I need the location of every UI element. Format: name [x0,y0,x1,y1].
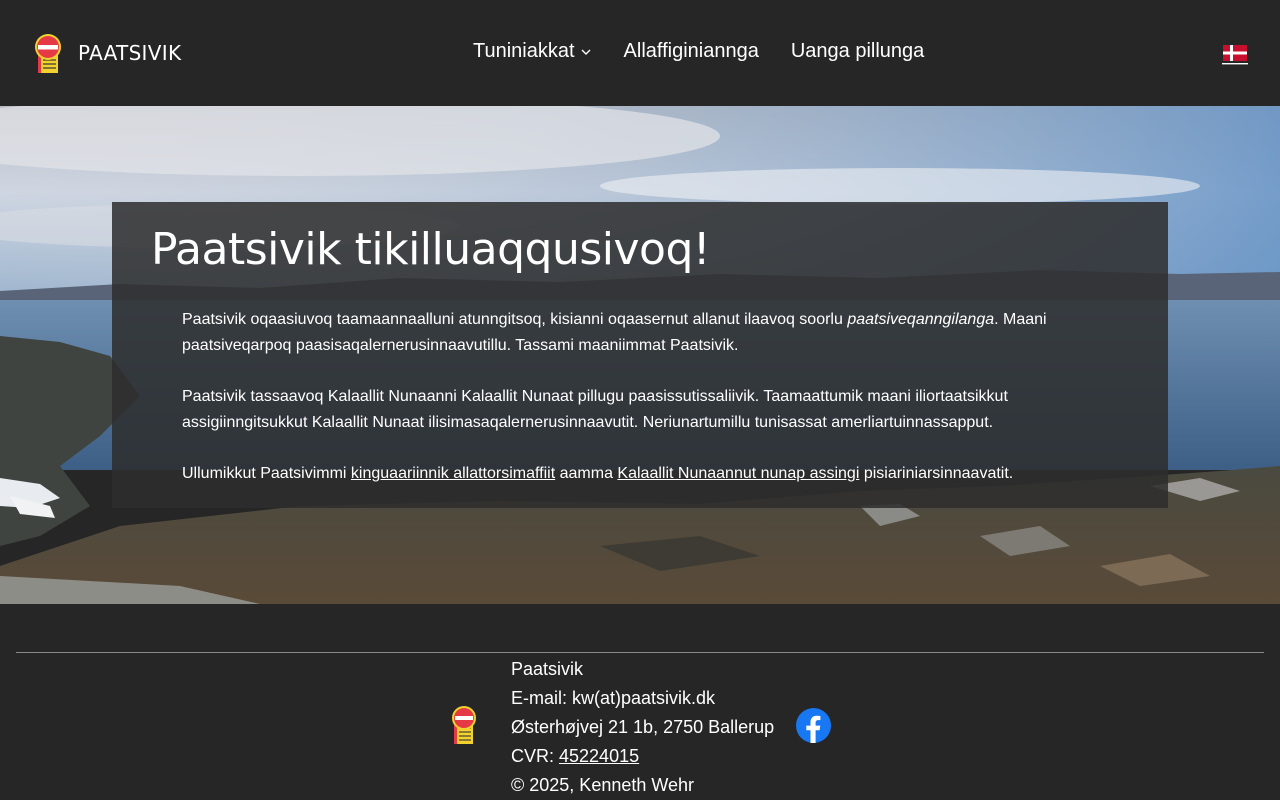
intro-text: Paatsivik oqaasiuvoq taamaannaalluni atu… [182,311,848,328]
footer-cvr: CVR: 45224015 [511,742,774,771]
offer-text-end: pisiariniarsinnaavatit. [859,465,1014,482]
footer-email: E-mail: kw(at)paatsivik.dk [511,688,716,708]
footer-divider [16,652,1264,653]
offer-text-middle: aamma [555,465,618,482]
nav-item-tuniniakkat[interactable]: Tuniniakkat [473,40,592,63]
nav-item-label: Tuniniakkat [473,40,575,62]
nav-item-allaffiginiannga[interactable]: Allaffiginiannga [624,40,759,63]
genealogy-link[interactable]: kinguaariinnik allattorsimaffiit [351,465,555,482]
welcome-card: Paatsivik tikilluaqqusivoq! Paatsivik oq… [112,202,1168,508]
main-nav: Tuniniakkat Allaffiginiannga Uanga pillu… [473,40,956,63]
offer-paragraph: Ullumikkut Paatsivimmi kinguaariinnik al… [182,461,1082,487]
intro-italic-word: paatsiveqanngilanga [847,311,995,328]
nav-item-label: Uanga pillunga [790,40,925,62]
cvr-number-link[interactable]: 45224015 [559,746,639,766]
site-header: PAATSIVIK Tuniniakkat Allaffiginiannga U… [0,0,1280,106]
about-paragraph: Paatsivik tassaavoq Kalaallit Nunaanni K… [182,388,1008,431]
cvr-label: CVR: [511,746,560,766]
chevron-down-icon [581,49,591,55]
nav-item-uanga-pillunga[interactable]: Uanga pillunga [791,40,924,63]
footer-contact-info: Paatsivik E-mail: kw(at)paatsivik.dk Øst… [511,655,774,800]
nav-item-label: Allaffiginiannga [623,40,759,62]
danish-flag-icon [1222,45,1248,65]
footer-paatsivik-logo-icon [452,706,476,744]
footer-copyright: © 2025, Kenneth Wehr [511,775,695,795]
brand-name: PAATSIVIK [78,41,182,65]
paatsivik-logo-icon [35,34,61,73]
maps-link[interactable]: Kalaallit Nunaannut nunap assingi [617,465,859,482]
footer-address: Østerhøjvej 21 1b, 2750 Ballerup [511,717,775,737]
footer-company-name: Paatsivik [511,659,584,679]
welcome-text: Paatsivik oqaasiuvoq taamaannaalluni atu… [182,307,1082,512]
page-title: Paatsivik tikilluaqqusivoq! [151,224,711,275]
intro-paragraph: Paatsivik oqaasiuvoq taamaannaalluni atu… [182,307,1082,359]
brand-home-link[interactable]: PAATSIVIK [32,31,181,75]
hero-section: Paatsivik tikilluaqqusivoq! Paatsivik oq… [0,106,1280,604]
facebook-icon [796,708,831,743]
offer-text-start: Ullumikkut Paatsivimmi [182,465,351,482]
